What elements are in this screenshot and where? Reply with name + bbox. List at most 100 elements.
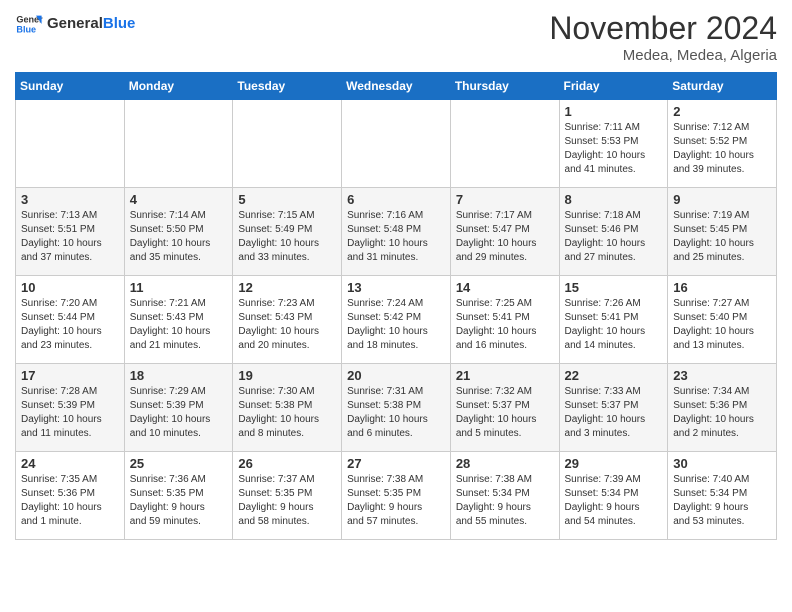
day-info: Sunrise: 7:27 AM Sunset: 5:40 PM Dayligh… (673, 297, 771, 353)
calendar-cell: 10 Sunrise: 7:20 AM Sunset: 5:44 PM Dayli… (16, 276, 125, 364)
calendar-week-5: 24Sunrise: 7:35 AM Sunset: 5:36 PM Dayli… (16, 452, 777, 540)
calendar-header: Sunday Monday Tuesday Wednesday Thursday… (16, 73, 777, 100)
day-number: 5 (238, 192, 336, 207)
day-info: Sunrise: 7:17 AM Sunset: 5:47 PM Dayligh… (456, 209, 554, 265)
day-info: Sunrise: 7:33 AM Sunset: 5:37 PM Dayligh… (565, 385, 663, 441)
calendar-cell (450, 100, 559, 188)
header-monday: Monday (124, 73, 233, 100)
day-number: 26 (238, 456, 336, 471)
calendar-cell: 12 Sunrise: 7:23 AM Sunset: 5:43 PM Dayli… (233, 276, 342, 364)
calendar-cell: 7 Sunrise: 7:17 AM Sunset: 5:47 PM Daylig… (450, 188, 559, 276)
day-info: Sunrise: 7:38 AM Sunset: 5:35 PM Dayligh… (347, 473, 445, 529)
day-number: 12 (238, 280, 336, 295)
day-number: 30 (673, 456, 771, 471)
logo-blue: Blue (103, 15, 136, 32)
day-number: 17 (21, 368, 119, 383)
day-number: 19 (238, 368, 336, 383)
calendar-week-1: 1 Sunrise: 7:11 AM Sunset: 5:53 PM Daylig… (16, 100, 777, 188)
day-number: 29 (565, 456, 663, 471)
day-number: 20 (347, 368, 445, 383)
calendar-cell: 23 Sunrise: 7:34 AM Sunset: 5:36 PM Dayli… (668, 364, 777, 452)
day-info: Sunrise: 7:20 AM Sunset: 5:44 PM Dayligh… (21, 297, 119, 353)
day-number: 9 (673, 192, 771, 207)
day-info: Sunrise: 7:37 AM Sunset: 5:35 PM Dayligh… (238, 473, 336, 529)
header-row: Sunday Monday Tuesday Wednesday Thursday… (16, 73, 777, 100)
day-number: 18 (130, 368, 228, 383)
calendar-cell: 22 Sunrise: 7:33 AM Sunset: 5:37 PM Dayli… (559, 364, 668, 452)
day-info: Sunrise: 7:36 AM Sunset: 5:35 PM Dayligh… (130, 473, 228, 529)
calendar-cell: 19Sunrise: 7:30 AM Sunset: 5:38 PM Dayli… (233, 364, 342, 452)
header-saturday: Saturday (668, 73, 777, 100)
day-info: Sunrise: 7:29 AM Sunset: 5:39 PM Dayligh… (130, 385, 228, 441)
logo-icon: General Blue (15, 10, 43, 38)
calendar-cell: 18 Sunrise: 7:29 AM Sunset: 5:39 PM Dayli… (124, 364, 233, 452)
calendar-cell (16, 100, 125, 188)
header-wednesday: Wednesday (342, 73, 451, 100)
day-number: 13 (347, 280, 445, 295)
day-number: 25 (130, 456, 228, 471)
day-number: 7 (456, 192, 554, 207)
day-number: 4 (130, 192, 228, 207)
day-info: Sunrise: 7:39 AM Sunset: 5:34 PM Dayligh… (565, 473, 663, 529)
calendar-cell: 30 Sunrise: 7:40 AM Sunset: 5:34 PM Dayli… (668, 452, 777, 540)
calendar-cell: 4 Sunrise: 7:14 AM Sunset: 5:50 PM Daylig… (124, 188, 233, 276)
calendar-cell: 27Sunrise: 7:38 AM Sunset: 5:35 PM Dayli… (342, 452, 451, 540)
day-info: Sunrise: 7:28 AM Sunset: 5:39 PM Dayligh… (21, 385, 119, 441)
location-subtitle: Medea, Medea, Algeria (549, 47, 777, 64)
calendar-cell: 16 Sunrise: 7:27 AM Sunset: 5:40 PM Dayli… (668, 276, 777, 364)
day-info: Sunrise: 7:18 AM Sunset: 5:46 PM Dayligh… (565, 209, 663, 265)
day-info: Sunrise: 7:26 AM Sunset: 5:41 PM Dayligh… (565, 297, 663, 353)
day-info: Sunrise: 7:23 AM Sunset: 5:43 PM Dayligh… (238, 297, 336, 353)
day-info: Sunrise: 7:11 AM Sunset: 5:53 PM Dayligh… (565, 121, 663, 177)
calendar-cell: 11 Sunrise: 7:21 AM Sunset: 5:43 PM Dayli… (124, 276, 233, 364)
header-thursday: Thursday (450, 73, 559, 100)
day-info: Sunrise: 7:12 AM Sunset: 5:52 PM Dayligh… (673, 121, 771, 177)
calendar-cell: 2Sunrise: 7:12 AM Sunset: 5:52 PM Daylig… (668, 100, 777, 188)
logo: General Blue GeneralBlue (15, 10, 135, 38)
day-info: Sunrise: 7:25 AM Sunset: 5:41 PM Dayligh… (456, 297, 554, 353)
calendar-cell (233, 100, 342, 188)
day-number: 16 (673, 280, 771, 295)
calendar-cell: 1 Sunrise: 7:11 AM Sunset: 5:53 PM Daylig… (559, 100, 668, 188)
calendar-cell: 3Sunrise: 7:13 AM Sunset: 5:51 PM Daylig… (16, 188, 125, 276)
calendar-cell: 9 Sunrise: 7:19 AM Sunset: 5:45 PM Daylig… (668, 188, 777, 276)
day-info: Sunrise: 7:34 AM Sunset: 5:36 PM Dayligh… (673, 385, 771, 441)
calendar-cell: 5 Sunrise: 7:15 AM Sunset: 5:49 PM Daylig… (233, 188, 342, 276)
calendar-cell (124, 100, 233, 188)
calendar-cell: 21 Sunrise: 7:32 AM Sunset: 5:37 PM Dayli… (450, 364, 559, 452)
day-number: 24 (21, 456, 119, 471)
calendar-cell: 8Sunrise: 7:18 AM Sunset: 5:46 PM Daylig… (559, 188, 668, 276)
logo-general: General (47, 15, 103, 32)
calendar-cell: 25 Sunrise: 7:36 AM Sunset: 5:35 PM Dayli… (124, 452, 233, 540)
day-number: 6 (347, 192, 445, 207)
month-title: November 2024 (549, 10, 777, 47)
day-info: Sunrise: 7:15 AM Sunset: 5:49 PM Dayligh… (238, 209, 336, 265)
header-friday: Friday (559, 73, 668, 100)
calendar-week-2: 3Sunrise: 7:13 AM Sunset: 5:51 PM Daylig… (16, 188, 777, 276)
calendar-table: Sunday Monday Tuesday Wednesday Thursday… (15, 72, 777, 540)
header-tuesday: Tuesday (233, 73, 342, 100)
calendar-cell (342, 100, 451, 188)
day-number: 14 (456, 280, 554, 295)
calendar-cell: 28Sunrise: 7:38 AM Sunset: 5:34 PM Dayli… (450, 452, 559, 540)
header-sunday: Sunday (16, 73, 125, 100)
calendar-cell: 24Sunrise: 7:35 AM Sunset: 5:36 PM Dayli… (16, 452, 125, 540)
day-info: Sunrise: 7:16 AM Sunset: 5:48 PM Dayligh… (347, 209, 445, 265)
day-number: 23 (673, 368, 771, 383)
day-info: Sunrise: 7:21 AM Sunset: 5:43 PM Dayligh… (130, 297, 228, 353)
calendar-week-4: 17 Sunrise: 7:28 AM Sunset: 5:39 PM Dayli… (16, 364, 777, 452)
day-number: 22 (565, 368, 663, 383)
day-number: 28 (456, 456, 554, 471)
day-info: Sunrise: 7:14 AM Sunset: 5:50 PM Dayligh… (130, 209, 228, 265)
day-number: 10 (21, 280, 119, 295)
day-number: 11 (130, 280, 228, 295)
day-info: Sunrise: 7:19 AM Sunset: 5:45 PM Dayligh… (673, 209, 771, 265)
svg-text:Blue: Blue (16, 24, 36, 34)
calendar-cell: 6 Sunrise: 7:16 AM Sunset: 5:48 PM Daylig… (342, 188, 451, 276)
calendar-cell: 20Sunrise: 7:31 AM Sunset: 5:38 PM Dayli… (342, 364, 451, 452)
calendar-cell: 17 Sunrise: 7:28 AM Sunset: 5:39 PM Dayli… (16, 364, 125, 452)
day-number: 21 (456, 368, 554, 383)
day-number: 1 (565, 104, 663, 119)
day-info: Sunrise: 7:40 AM Sunset: 5:34 PM Dayligh… (673, 473, 771, 529)
day-info: Sunrise: 7:32 AM Sunset: 5:37 PM Dayligh… (456, 385, 554, 441)
